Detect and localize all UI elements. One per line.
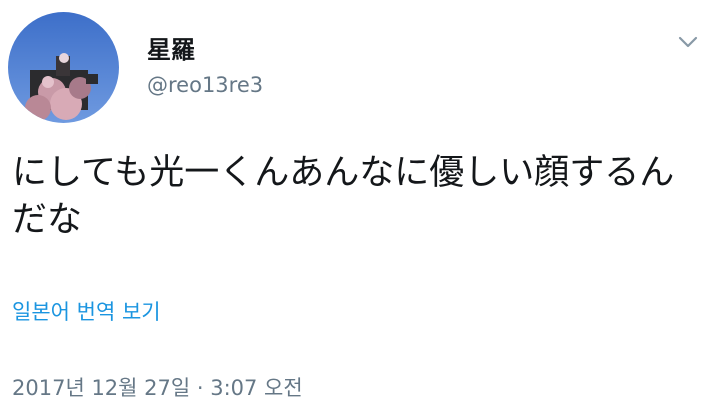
user-handle[interactable]: @reo13re3: [147, 72, 263, 98]
avatar-image: [8, 12, 119, 123]
translate-link[interactable]: 일본어 번역 보기: [12, 298, 161, 326]
timestamp[interactable]: 2017년 12월 27일 · 3:07 오전: [12, 374, 303, 402]
avatar[interactable]: [8, 12, 119, 123]
tweet-text: にしても光一くんあんなに優しい顔するん だな: [12, 153, 675, 240]
chevron-down-icon[interactable]: [676, 30, 700, 54]
display-name[interactable]: 星羅: [147, 36, 195, 64]
tweet-card: 星羅 @reo13re3 にしても光一くんあんなに優しい顔するん だな 일본어 …: [0, 0, 720, 414]
